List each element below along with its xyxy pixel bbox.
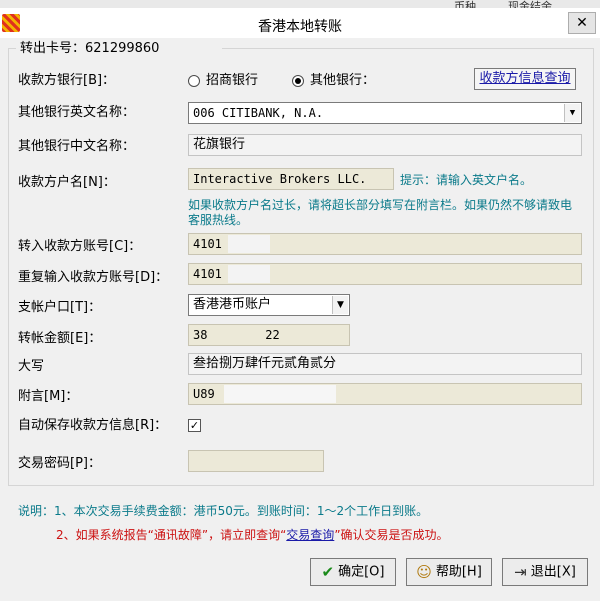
payee-name-hint: 如果收款方户名过长，请将超长部分填写在附言栏。如果仍然不够请致电客服热线。	[188, 198, 573, 227]
auto-save-checkbox[interactable]: ✓	[188, 419, 201, 432]
amount-label: 转帐金额[E]：	[18, 331, 102, 346]
note-line-2-after: ”确认交易是否成功。	[334, 528, 449, 542]
amount-upper-label: 大写	[18, 359, 45, 374]
other-bank-cn-field[interactable]: 花旗银行	[188, 134, 582, 156]
exit-button[interactable]: ⇥ 退出[X]	[502, 558, 588, 586]
memo-redaction	[224, 385, 336, 403]
account-redaction	[228, 235, 270, 253]
radio-other-bank-label[interactable]: 其他银行：	[310, 72, 375, 90]
trade-password-label: 交易密码[P]：	[18, 456, 101, 471]
window-title: 香港本地转账	[258, 19, 342, 35]
account-repeat-redaction	[228, 265, 270, 283]
help-button-label: 帮助[H]	[435, 564, 482, 580]
radio-cmb[interactable]	[188, 75, 200, 91]
auto-save-label: 自动保存收款方信息[R]：	[18, 418, 168, 433]
payee-name-tip: 提示：请输入英文户名。	[400, 173, 533, 187]
other-bank-en-label: 其他银行英文名称：	[18, 105, 136, 120]
note-line-1: 说明：1、本次交易手续费金额：港币50元。到账时间：1～2个工作日到账。	[18, 504, 429, 518]
chevron-down-icon[interactable]: ▼	[332, 296, 348, 314]
note-line-2: 2、如果系统报告“通讯故障”，请立即查询“交易查询”确认交易是否成功。	[56, 527, 449, 543]
amount-upper-field: 叁拾捌万肆仟元贰角贰分	[188, 353, 582, 375]
sub-account-value: 香港港币账户	[193, 297, 272, 312]
note-line-2-before: 2、如果系统报告“通讯故障”，请立即查询“	[56, 528, 287, 542]
trade-password-field[interactable]	[188, 450, 324, 472]
memo-label: 附言[M]：	[18, 389, 79, 404]
from-card-value: 621299860	[85, 41, 160, 56]
chevron-down-icon[interactable]: ▼	[564, 104, 580, 122]
payee-name-label: 收款方户名[N]：	[18, 175, 116, 190]
other-bank-cn-label: 其他银行中文名称：	[18, 139, 136, 154]
from-card-number: 转出卡号：621299860	[16, 40, 164, 58]
confirm-button[interactable]: ✔ 确定[O]	[310, 558, 396, 586]
sub-account-label: 支帐户口[T]：	[18, 300, 102, 315]
help-button[interactable]: ☺ 帮助[H]	[406, 558, 492, 586]
sub-account-select[interactable]: 香港港币账户 ▼	[188, 294, 350, 316]
close-button[interactable]: ✕	[568, 12, 596, 34]
payee-account-label: 转入收款方账号[C]：	[18, 239, 142, 254]
payee-name-field[interactable]: Interactive Brokers LLC.	[188, 168, 394, 190]
trade-query-link[interactable]: 交易查询	[286, 528, 334, 542]
other-bank-en-value: 006 CITIBANK, N.A.	[193, 106, 324, 120]
payee-info-query-button[interactable]: 收款方信息查询	[474, 68, 576, 90]
confirm-button-label: 确定[O]	[338, 564, 385, 580]
from-card-label: 转出卡号：	[20, 41, 86, 56]
help-person-icon: ☺	[416, 563, 432, 581]
radio-cmb-label[interactable]: 招商银行	[206, 72, 258, 90]
amount-field[interactable]: 38 22	[188, 324, 350, 346]
other-bank-en-select[interactable]: 006 CITIBANK, N.A. ▼	[188, 102, 582, 124]
payee-account-repeat-label: 重复输入收款方账号[D]：	[18, 270, 169, 285]
exit-door-icon: ⇥	[514, 563, 527, 581]
checkmark-icon: ✔	[321, 563, 335, 581]
radio-other-bank[interactable]	[292, 75, 304, 91]
exit-button-label: 退出[X]	[530, 564, 576, 580]
payee-bank-label: 收款方银行[B]：	[18, 73, 116, 88]
